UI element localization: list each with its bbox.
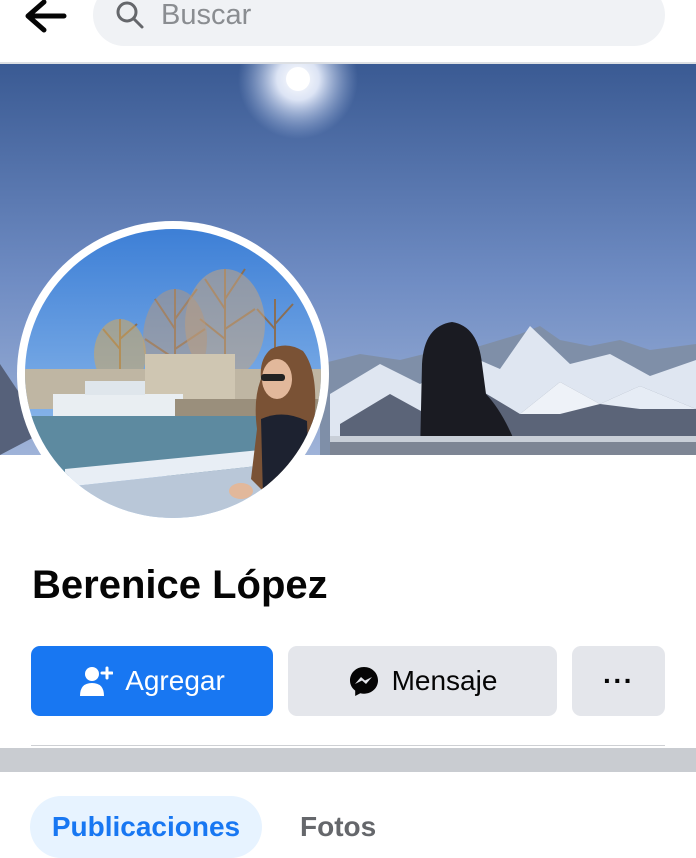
more-options-icon: ··· [603, 665, 634, 696]
arrow-left-icon [25, 0, 67, 33]
tab-photos[interactable]: Fotos [300, 796, 376, 858]
more-options-button[interactable]: ··· [572, 646, 665, 716]
tab-posts[interactable]: Publicaciones [30, 796, 262, 858]
top-bar [0, 0, 696, 62]
message-button[interactable]: Mensaje [288, 646, 557, 716]
avatar[interactable] [17, 221, 329, 526]
profile-name: Berenice López [32, 563, 328, 607]
add-friend-label: Agregar [125, 665, 225, 696]
messenger-icon [349, 667, 378, 696]
back-button[interactable] [20, 0, 72, 36]
add-friend-icon [80, 666, 114, 696]
add-friend-button[interactable]: Agregar [31, 646, 273, 716]
search-icon [116, 1, 144, 29]
message-label: Mensaje [391, 665, 498, 696]
divider [31, 745, 665, 746]
section-separator [0, 748, 696, 772]
search-input[interactable] [161, 0, 641, 32]
profile-photo [25, 229, 321, 518]
search-bar[interactable] [93, 0, 665, 46]
profile-tabs: Publicaciones Fotos [0, 772, 696, 858]
